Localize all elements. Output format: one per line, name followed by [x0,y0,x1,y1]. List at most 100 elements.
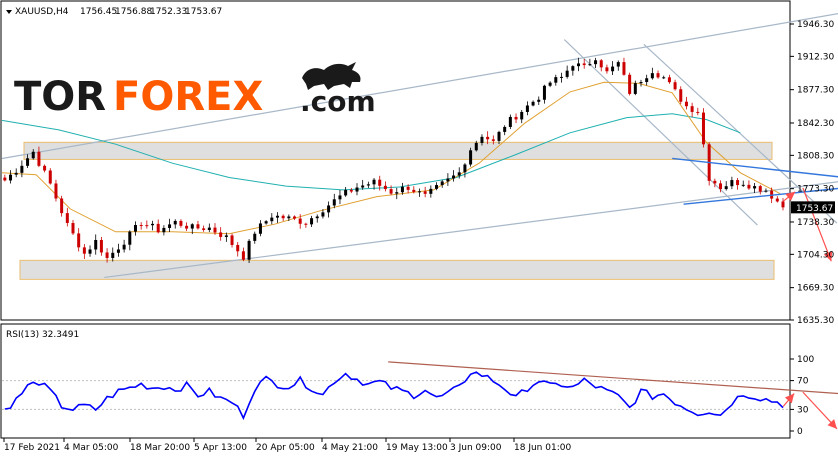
candle-body [43,165,47,171]
current-price-label: 1753.67 [796,204,833,214]
candle-body [253,233,257,241]
candle-body [531,101,535,106]
candle-body [395,192,399,194]
candle-body [31,151,35,159]
chart-canvas: 1946.30 1912.30 1877.30 1842.30 1808.30 1773.… [0,0,838,458]
candle-body [111,252,115,258]
candle-body [542,85,546,100]
candle-body [383,185,387,190]
candle-body [406,186,410,190]
candle-body [20,165,24,173]
candle-body [656,73,660,78]
time-tick-label: 18 Jun 01:00 [514,443,571,453]
candle-body [497,131,501,141]
candle-body [701,112,705,145]
candle-body [628,74,632,94]
candle-body [650,73,654,79]
candle-body [37,151,41,166]
candle-body [446,178,450,182]
candle-body [3,177,7,181]
candle-body [736,180,740,186]
candle-body [554,77,558,83]
candle-body [599,60,603,68]
candle-body [179,220,183,226]
candle-body [639,82,643,84]
time-tick-label: 20 Apr 05:00 [256,443,315,453]
candle-body [338,195,342,200]
candle-body [457,172,461,176]
candle-body [247,240,251,260]
candle-body [753,186,757,189]
candle-body [264,221,268,224]
candle-body [565,70,569,77]
candle-body [54,183,58,199]
candle-body [122,244,126,250]
time-tick-label: 17 Feb 2021 [4,443,60,453]
candle-body [452,175,456,179]
candle-body [207,227,211,231]
candle-body [168,224,172,228]
candle-body [781,201,785,208]
candle-body [14,172,18,175]
candle-body [71,222,75,234]
header-info: XAUUSD,H4 1756.45 1756.88 1752.33 1753.6… [6,7,222,17]
candle-body [474,142,478,151]
price-tick-label: 1635.30 [797,316,834,326]
candle-body [372,179,376,185]
price-tick-label: 1842.30 [797,119,834,129]
candle-body [559,76,563,78]
candle-body [173,220,177,225]
candle-body [185,225,189,229]
header-close: 1753.67 [185,7,222,17]
candle-body [270,217,274,222]
candle-body [88,249,92,254]
candle-body [730,180,734,187]
candle-body [293,216,297,219]
candle-body [690,106,694,112]
candle-body [571,66,575,71]
candle-body [196,224,200,229]
candle-body [684,101,688,107]
candle-body [469,150,473,165]
candle-body [344,189,348,196]
candle-body [128,231,132,245]
candle-body [349,189,353,192]
candle-body [594,60,598,65]
candle-body [508,116,512,127]
candle-body [389,189,393,194]
candle-body [99,239,103,253]
candle-body [275,215,279,218]
candle-body [747,184,751,189]
candle-body [378,179,382,186]
header-low: 1752.33 [150,7,187,17]
price-tick-label: 1704.30 [797,250,834,260]
candle-body [423,191,427,194]
rsi-tick-label: 100 [797,355,814,365]
candle-body [662,77,666,79]
candle-body [65,213,69,223]
candle-body [525,105,529,112]
candle-body [60,198,64,214]
header-symbol: XAUUSD,H4 [15,7,69,17]
candle-body [361,185,365,188]
candle-body [486,136,490,140]
time-tick-label: 5 Apr 13:00 [194,443,247,453]
candle-body [105,252,109,258]
rsi-tick-label: 70 [797,377,809,387]
candle-body [605,67,609,72]
candle-body [480,136,484,143]
candle-body [548,82,552,86]
candle-body [503,126,507,132]
candle-body [673,82,677,90]
candle-body [429,188,433,194]
candle-body [696,111,700,113]
candle-body [230,235,234,245]
time-tick-label: 4 May 21:00 [322,443,378,453]
candle-body [224,235,228,237]
candle-body [321,212,325,217]
candle-body [190,224,194,229]
candle-body [633,83,637,94]
price-tick-label: 1946.30 [797,20,834,30]
candle-body [162,227,166,233]
price-zone [19,259,775,280]
